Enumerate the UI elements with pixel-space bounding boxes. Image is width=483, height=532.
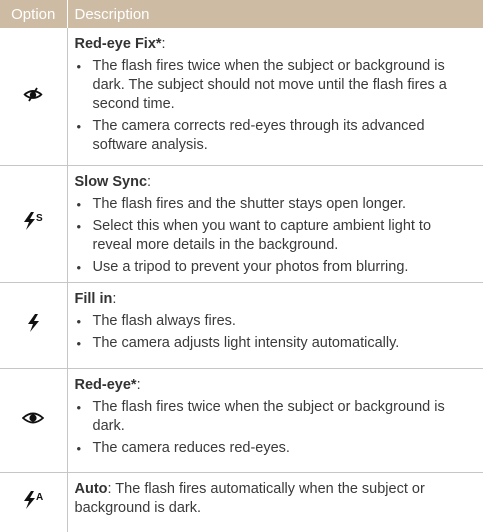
option-title: Auto xyxy=(74,480,108,497)
list-item: • The flash fires twice when the subject … xyxy=(75,398,474,436)
list-item: • The flash fires twice when the subject … xyxy=(75,57,474,114)
description-cell: Red-eye Fix*: • The flash fires twice whe… xyxy=(67,28,483,166)
option-cell xyxy=(0,28,68,166)
option-column-header: Option xyxy=(0,0,68,28)
title-suffix: : xyxy=(112,290,117,307)
option-title: Slow Sync xyxy=(74,173,148,190)
bullet-glyph: • xyxy=(76,440,82,456)
bullet-text: The flash fires twice when the subject o… xyxy=(92,398,445,434)
option-cell: S xyxy=(0,165,68,283)
bullet-text: Use a tripod to prevent your photos from… xyxy=(92,258,409,275)
bullet-glyph: • xyxy=(76,313,82,329)
flash-options-table: Option Description Red-eye Fix*: • The fl… xyxy=(0,0,483,532)
auto-flash-icon: A xyxy=(21,490,45,509)
bullet-text: The camera adjusts light intensity autom… xyxy=(92,334,400,351)
list-item: • The camera reduces red-eyes. xyxy=(75,439,474,458)
title-suffix: : xyxy=(136,376,141,393)
table-row: S Slow Sync: • The flash fires and the sh… xyxy=(0,165,483,283)
bullet-glyph: • xyxy=(76,119,82,134)
list-item: • The flash always fires. xyxy=(75,312,474,331)
red-eye-icon xyxy=(22,411,45,425)
bullet-text: The camera corrects red-eyes through its… xyxy=(92,118,425,153)
option-cell xyxy=(0,282,68,369)
title-suffix: : xyxy=(147,173,152,190)
bullet-text: The camera reduces red-eyes. xyxy=(92,439,290,456)
slow-sync-flash-icon: S xyxy=(21,212,45,230)
table-row: A Auto: The flash fires automatically wh… xyxy=(0,472,483,532)
bullet-glyph: • xyxy=(76,196,82,212)
list-item: • Select this when you want to capture am… xyxy=(75,217,474,255)
list-item: • Use a tripod to prevent your photos fro… xyxy=(75,258,474,277)
option-cell: A xyxy=(0,472,68,532)
description-cell: Slow Sync: • The flash fires and the shut… xyxy=(67,165,483,283)
option-title: Red-eye* xyxy=(74,376,137,393)
red-eye-fix-icon xyxy=(23,86,43,102)
list-item: • The camera corrects red-eyes through it… xyxy=(75,117,474,155)
fill-in-flash-icon xyxy=(26,313,40,332)
bullet-glyph: • xyxy=(76,335,82,351)
bullet-text: The flash always fires. xyxy=(92,312,236,329)
list-item: • The camera adjusts light intensity auto… xyxy=(75,334,474,353)
table-row: Fill in: • The flash always fires. • The c… xyxy=(0,282,483,369)
option-title: Red-eye Fix* xyxy=(74,36,162,52)
description-column-header: Description xyxy=(67,0,483,28)
bullet-text: The flash fires twice when the subject o… xyxy=(92,58,447,112)
description-cell: Auto: The flash fires automatically when… xyxy=(67,472,483,532)
option-cell xyxy=(0,368,68,473)
bullet-glyph: • xyxy=(76,218,82,234)
title-suffix: : The flash fires automatically when the… xyxy=(74,480,425,516)
slow-sync-mark: S xyxy=(36,213,43,224)
option-title: Fill in xyxy=(74,290,113,307)
description-cell: Fill in: • The flash always fires. • The c… xyxy=(67,282,483,369)
bullet-glyph: • xyxy=(76,399,82,415)
auto-mark: A xyxy=(36,492,43,503)
title-suffix: : xyxy=(161,36,166,52)
bullet-text: Select this when you want to capture amb… xyxy=(92,217,432,253)
table-row: Red-eye Fix*: • The flash fires twice whe… xyxy=(0,28,483,166)
table-header-row: Option Description xyxy=(0,0,483,28)
list-item: • The flash fires and the shutter stays o… xyxy=(75,195,474,214)
bullet-glyph: • xyxy=(76,59,82,74)
description-cell: Red-eye*: • The flash fires twice when th… xyxy=(67,368,483,473)
bullet-glyph: • xyxy=(76,259,82,275)
bullet-text: The flash fires and the shutter stays op… xyxy=(92,195,407,212)
table-row: Red-eye*: • The flash fires twice when th… xyxy=(0,368,483,473)
